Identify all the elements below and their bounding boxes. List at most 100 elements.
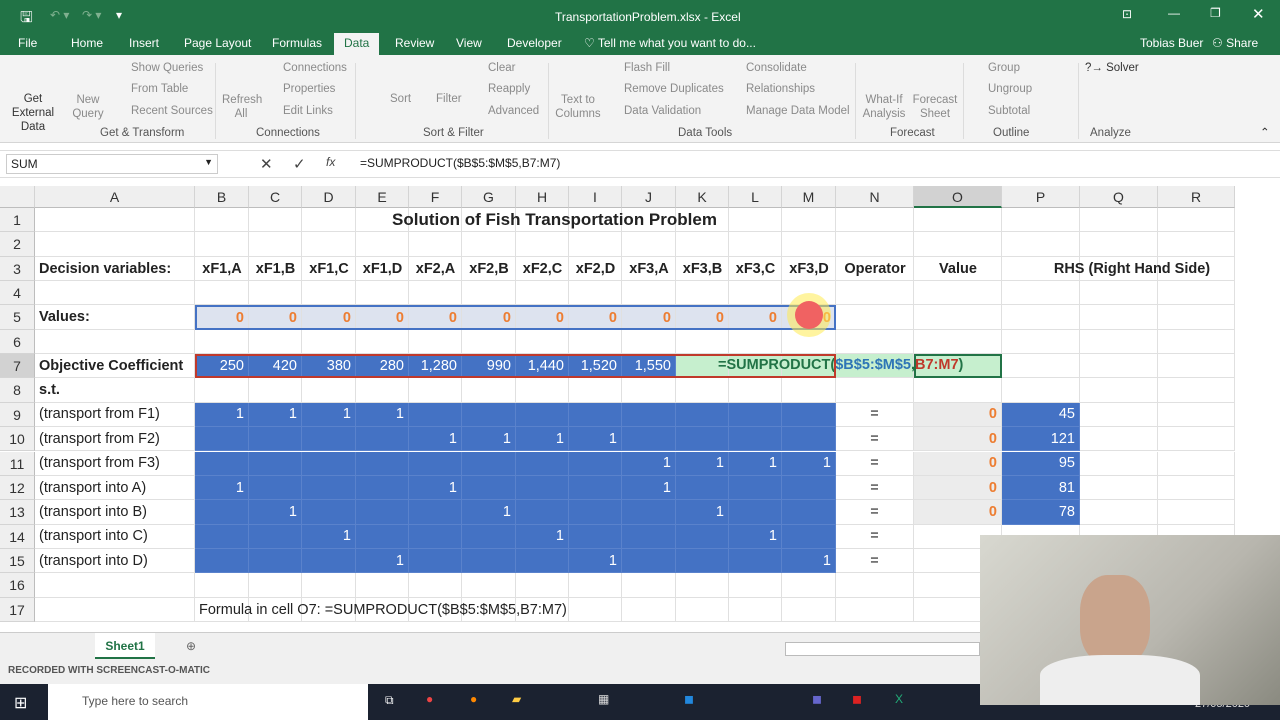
cancel-icon[interactable]: ✕ — [260, 155, 273, 173]
reapply-button[interactable]: Reapply — [488, 83, 530, 95]
constraint-coefficient[interactable] — [356, 451, 409, 476]
cell[interactable] — [409, 573, 462, 598]
objective-coefficient[interactable]: 280 — [356, 354, 409, 379]
decision-variable-value[interactable]: 0 — [195, 305, 249, 330]
header-cell[interactable]: Value — [914, 257, 1002, 281]
constraint-coefficient[interactable] — [676, 548, 729, 574]
column-header-J[interactable]: J — [622, 186, 676, 208]
windows-start-icon[interactable]: ⊞ — [14, 693, 27, 713]
objective-coefficient[interactable]: 990 — [462, 354, 516, 379]
tell-me-search[interactable]: ♡ Tell me what you want to do... — [584, 36, 756, 50]
ungroup-button[interactable]: Ungroup — [988, 83, 1032, 95]
constraint-coefficient[interactable] — [462, 451, 516, 476]
lhs-value[interactable]: 0 — [914, 500, 1002, 525]
tab-view[interactable]: View — [456, 36, 482, 50]
constraint-coefficient[interactable] — [729, 427, 782, 452]
cell[interactable] — [249, 281, 302, 306]
objective-coefficient[interactable]: 1,280 — [409, 354, 462, 379]
constraint-coefficient[interactable]: 1 — [676, 500, 729, 525]
tab-insert[interactable]: Insert — [129, 36, 159, 50]
decision-variable-value[interactable]: 0 — [302, 305, 356, 330]
cell[interactable] — [1080, 475, 1158, 501]
constraint-coefficient[interactable] — [462, 548, 516, 574]
cell[interactable] — [516, 573, 569, 598]
cell[interactable] — [302, 378, 356, 403]
cell[interactable] — [914, 232, 1002, 257]
row-header-1[interactable]: 1 — [0, 208, 35, 233]
cell[interactable] — [622, 329, 676, 355]
constraint-coefficient[interactable] — [302, 475, 356, 501]
cell[interactable] — [195, 232, 249, 257]
cell[interactable] — [1158, 427, 1235, 452]
cell[interactable] — [195, 573, 249, 598]
operator-cell[interactable]: = — [836, 451, 914, 476]
column-header-L[interactable]: L — [729, 186, 782, 208]
sort-button[interactable]: Sort — [390, 93, 411, 105]
horizontal-scrollbar[interactable] — [785, 642, 980, 656]
constraint-coefficient[interactable] — [356, 427, 409, 452]
header-cell[interactable]: xF2,D — [569, 257, 622, 281]
objective-label[interactable]: Objective Coefficient — [35, 354, 195, 379]
cell[interactable] — [356, 232, 409, 257]
constraint-coefficient[interactable] — [516, 475, 569, 501]
operator-cell[interactable]: = — [836, 548, 914, 574]
new-query-button[interactable]: New Query — [70, 93, 106, 121]
constraint-coefficient[interactable] — [249, 475, 302, 501]
constraint-coefficient[interactable] — [622, 500, 676, 525]
chrome-icon[interactable]: ● — [426, 692, 433, 706]
cell[interactable] — [836, 329, 914, 355]
constraint-coefficient[interactable]: 1 — [516, 427, 569, 452]
constraint-coefficient[interactable] — [195, 500, 249, 525]
constraint-coefficient[interactable] — [195, 451, 249, 476]
constraint-coefficient[interactable]: 1 — [249, 500, 302, 525]
cell[interactable] — [195, 329, 249, 355]
filter-button[interactable]: Filter — [436, 93, 462, 105]
lhs-value[interactable]: 0 — [914, 427, 1002, 452]
header-cell[interactable]: Decision variables: — [35, 257, 195, 281]
header-cell[interactable]: xF1,A — [195, 257, 249, 281]
cell[interactable] — [1002, 208, 1080, 233]
row-header-17[interactable]: 17 — [0, 597, 35, 622]
cell[interactable] — [729, 378, 782, 403]
cell[interactable] — [569, 573, 622, 598]
formula-note[interactable]: Formula in cell O7: =SUMPRODUCT($B$5:$M$… — [195, 598, 567, 622]
cell[interactable] — [1002, 354, 1080, 379]
decision-variable-value[interactable]: 0 — [356, 305, 409, 330]
cell[interactable] — [729, 232, 782, 257]
constraint-coefficient[interactable] — [409, 548, 462, 574]
constraint-coefficient[interactable] — [569, 524, 622, 549]
calculator-icon[interactable]: ▦ — [598, 692, 609, 706]
cell[interactable] — [836, 305, 914, 330]
cell[interactable] — [516, 232, 569, 257]
header-cell[interactable]: RHS (Right Hand Side) — [1002, 257, 1262, 281]
cell[interactable] — [249, 378, 302, 403]
constraint-coefficient[interactable] — [622, 402, 676, 428]
constraint-coefficient[interactable] — [302, 451, 356, 476]
header-cell[interactable]: xF2,B — [462, 257, 516, 281]
get-external-data-button[interactable]: Get External Data — [3, 92, 63, 134]
decision-variable-value[interactable]: 0 — [516, 305, 569, 330]
column-header-G[interactable]: G — [462, 186, 516, 208]
column-header-I[interactable]: I — [569, 186, 622, 208]
text-to-columns-button[interactable]: Text to Columns — [555, 93, 601, 121]
operator-cell[interactable]: = — [836, 475, 914, 501]
cell[interactable] — [622, 378, 676, 403]
cell[interactable] — [914, 329, 1002, 355]
header-cell[interactable]: xF3,C — [729, 257, 782, 281]
cell[interactable] — [782, 232, 836, 257]
constraint-coefficient[interactable] — [729, 402, 782, 428]
cell[interactable] — [914, 305, 1002, 330]
firefox-icon[interactable]: ● — [470, 692, 477, 706]
cell[interactable] — [356, 378, 409, 403]
rhs-value[interactable]: 95 — [1002, 451, 1080, 476]
cell[interactable] — [782, 573, 836, 598]
cell[interactable] — [676, 329, 729, 355]
cell[interactable] — [1080, 305, 1158, 330]
constraint-coefficient[interactable] — [516, 402, 569, 428]
lhs-value[interactable]: 0 — [914, 451, 1002, 476]
refresh-all-button[interactable]: Refresh All — [222, 93, 262, 121]
cell[interactable] — [1080, 208, 1158, 233]
close-icon[interactable]: ✕ — [1252, 5, 1265, 23]
decision-variable-value[interactable]: 0 — [676, 305, 729, 330]
cell[interactable] — [622, 232, 676, 257]
